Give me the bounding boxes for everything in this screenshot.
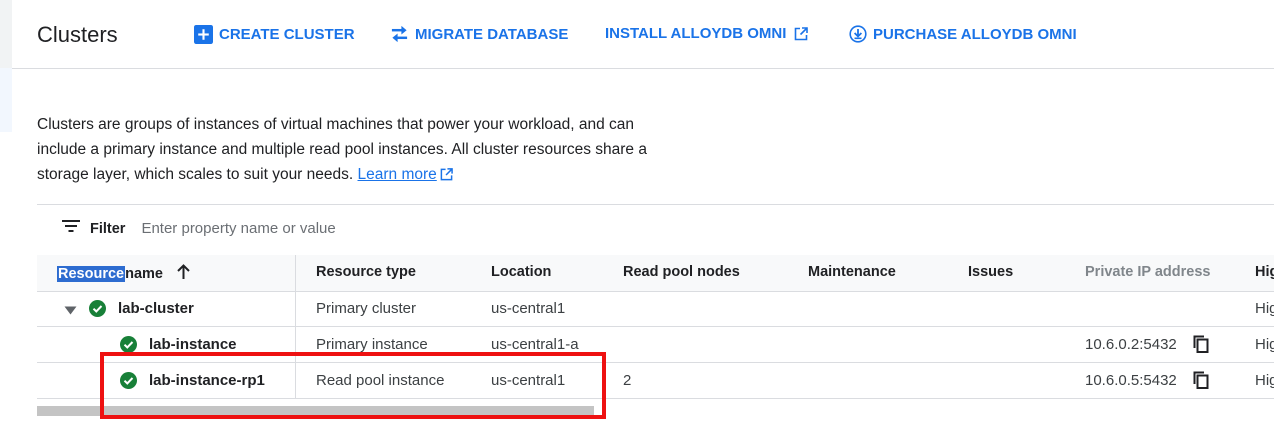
private-ip: 10.6.0.5:5432 [1085,372,1177,389]
copy-icon[interactable] [1193,335,1209,358]
download-circle-icon [849,25,867,43]
resource-type: Primary instance [316,336,428,353]
col-read-pool-nodes[interactable]: Read pool nodes [623,264,740,280]
clusters-description: Clusters are groups of instances of virt… [37,112,667,189]
read-pool-nodes: 2 [623,372,632,389]
status-ok-icon [89,300,106,317]
col-private-ip[interactable]: Private IP address [1085,264,1210,280]
col-high-availability[interactable]: Hig [1255,264,1274,280]
filter-label: Filter [90,220,126,237]
expand-arrow-icon[interactable] [64,302,77,320]
col-issues[interactable]: Issues [968,264,1013,280]
add-box-icon [194,25,213,44]
resource-name[interactable]: lab-cluster [118,300,194,317]
col-resource-type[interactable]: Resource type [316,264,416,280]
filter-bar[interactable]: Filter [62,219,442,238]
swap-arrows-icon [390,25,409,43]
col-resource-name-highlight: Resource [57,266,126,282]
col-location[interactable]: Location [491,264,551,280]
description-text: Clusters are groups of instances of virt… [37,116,647,183]
install-alloydb-omni-button[interactable]: INSTALL ALLOYDB OMNI [605,25,809,42]
header-divider [12,68,1274,69]
learn-more-link[interactable]: Learn more [358,166,437,183]
left-rail-selected [0,68,12,132]
high-availability: Hig [1255,336,1274,353]
status-ok-icon [120,336,137,353]
location: us-central1-a [491,336,579,353]
migrate-database-button[interactable]: MIGRATE DATABASE [390,25,568,43]
high-availability: Hig [1255,300,1274,317]
learn-more-label: Learn more [357,166,437,183]
table-row[interactable] [37,292,1274,326]
col-maintenance[interactable]: Maintenance [808,264,896,280]
page-title: Clusters [37,22,118,47]
copy-icon[interactable] [1193,371,1209,394]
external-link-icon [794,26,809,41]
create-cluster-button[interactable]: CREATE CLUSTER [194,25,355,44]
left-rail-top [0,0,12,68]
resource-name[interactable]: lab-instance [149,336,237,353]
install-alloydb-omni-label: INSTALL ALLOYDB OMNI [605,25,787,42]
filter-icon [62,219,80,238]
col-resource-name[interactable]: Resourcename [57,264,190,284]
migrate-database-label: MIGRATE DATABASE [415,25,569,43]
private-ip: 10.6.0.2:5432 [1085,336,1177,353]
high-availability: Hig [1255,372,1274,389]
purchase-alloydb-omni-label: PURCHASE ALLOYDB OMNI [873,25,1077,43]
col-resource-name-rest: name [125,266,163,282]
annotation-highlight-box [100,352,606,419]
purchase-alloydb-omni-button[interactable]: PURCHASE ALLOYDB OMNI [849,25,1077,43]
location: us-central1 [491,300,566,317]
filter-input[interactable] [141,220,442,237]
external-link-icon [440,164,453,189]
resource-type: Primary cluster [316,300,417,317]
sort-ascending-icon[interactable] [177,264,190,284]
table-top-divider [37,204,1274,205]
create-cluster-label: CREATE CLUSTER [219,26,355,43]
